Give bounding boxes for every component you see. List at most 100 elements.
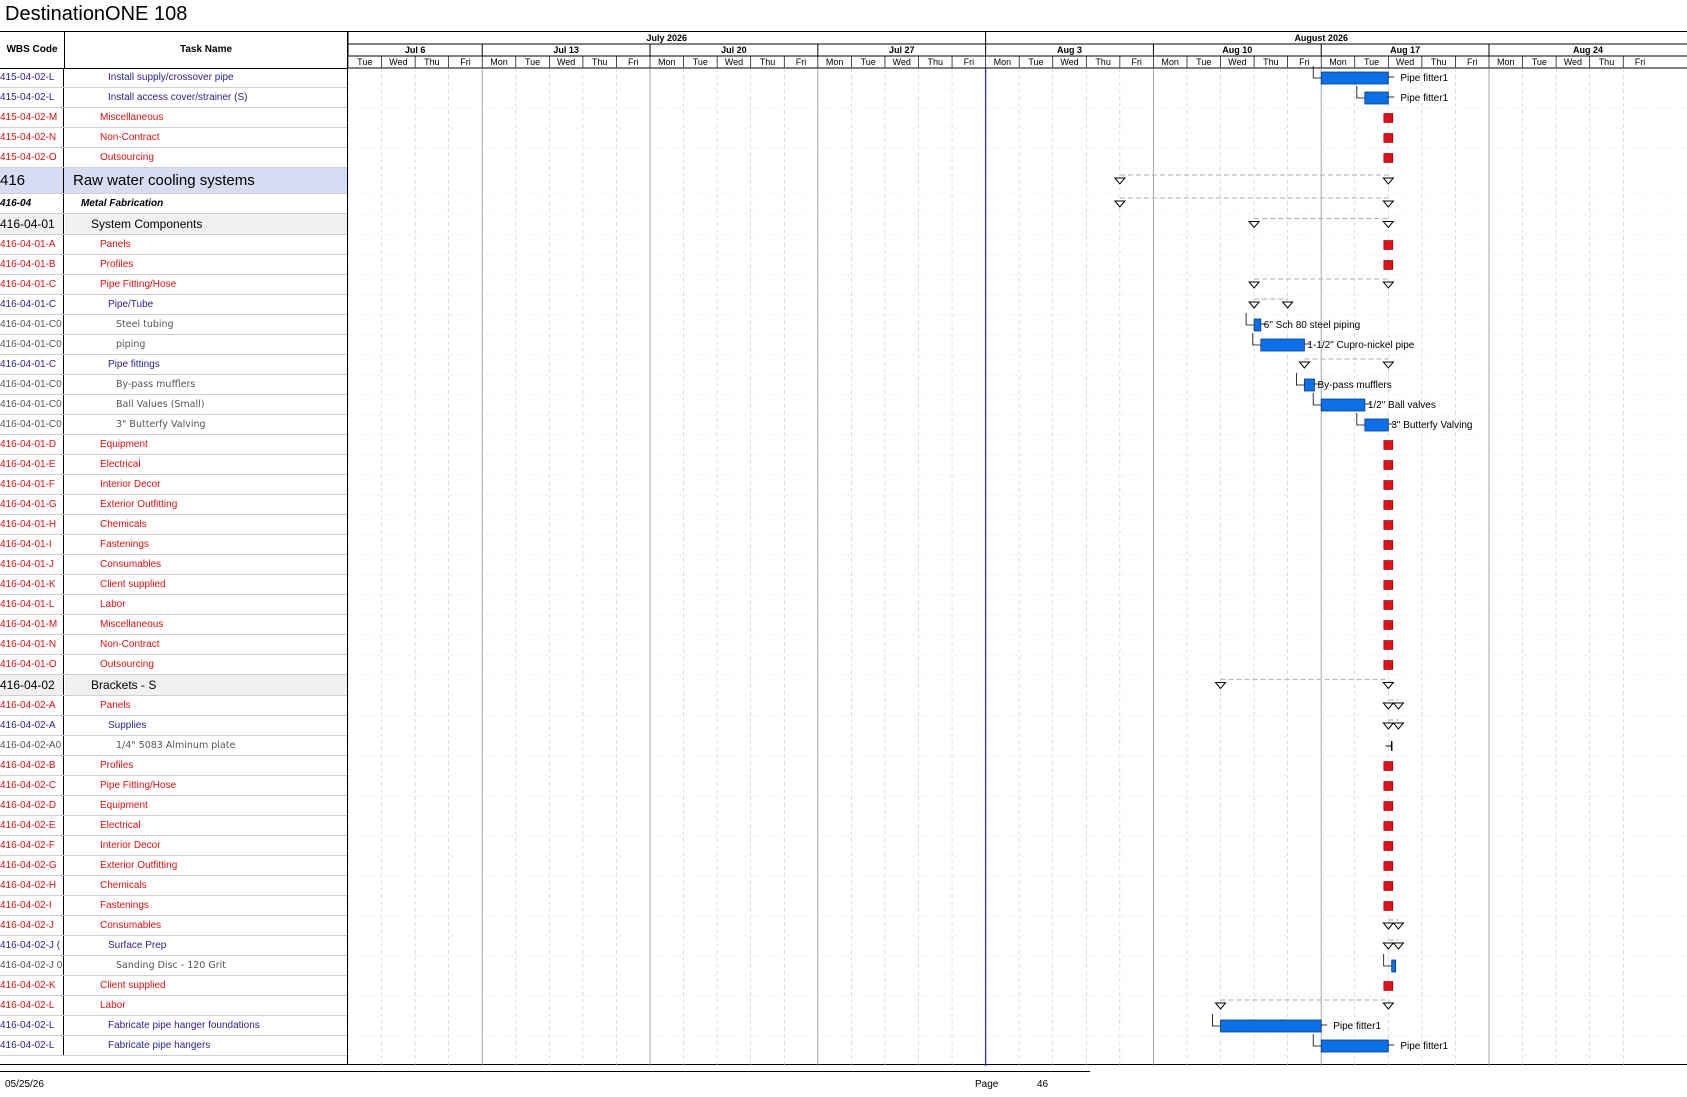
table-row[interactable]: 416-04-02-D Equipment	[0, 796, 347, 816]
milestone-marker[interactable]	[1383, 460, 1394, 470]
milestone-marker[interactable]	[1383, 153, 1394, 163]
table-row[interactable]: 415-04-02-L Install supply/crossover pipe	[0, 68, 347, 88]
milestone-marker[interactable]	[1383, 520, 1394, 530]
table-row[interactable]: 415-04-02-M Miscellaneous	[0, 108, 347, 128]
wbs-code-cell: 416-04-02-I	[0, 896, 64, 915]
table-row[interactable]: 416-04-02-A0 1/4" 5083 Alminum plate	[0, 736, 347, 756]
milestone-marker[interactable]	[1383, 781, 1394, 791]
table-row[interactable]: 416-04-01-C0 Ball Values (Small)	[0, 395, 347, 415]
milestone-marker[interactable]	[1383, 440, 1394, 450]
gantt-chart: July 2026 August 2026 Jul 6 Jul 13 Jul 20 Jul…	[347, 31, 1687, 1066]
milestone-marker[interactable]	[1383, 560, 1394, 570]
milestone-marker[interactable]	[1383, 620, 1394, 630]
task-bar[interactable]	[1320, 398, 1366, 412]
milestone-marker[interactable]	[1383, 113, 1394, 123]
table-row[interactable]: 416-04-01-M Miscellaneous	[0, 615, 347, 635]
table-row[interactable]: 416-04 Metal Fabrication	[0, 194, 347, 214]
table-row[interactable]: 416-04-02-A Supplies	[0, 716, 347, 736]
table-row[interactable]: 416-04-01-G Exterior Outfitting	[0, 495, 347, 515]
table-row[interactable]: 415-04-02-O Outsourcing	[0, 148, 347, 168]
milestone-marker[interactable]	[1383, 901, 1394, 911]
milestone-marker[interactable]	[1383, 821, 1394, 831]
wbs-code-cell: 415-04-02-M	[0, 108, 64, 127]
task-name-cell: Labor	[100, 599, 126, 610]
milestone-marker[interactable]	[1383, 761, 1394, 771]
table-row[interactable]: 416-04-01-K Client supplied	[0, 575, 347, 595]
table-row[interactable]: 416-04-01-L Labor	[0, 595, 347, 615]
table-row[interactable]: 416-04-01-I Fastenings	[0, 535, 347, 555]
table-row[interactable]: 416-04-01-O Outsourcing	[0, 655, 347, 675]
milestone-marker[interactable]	[1383, 801, 1394, 811]
milestone-marker[interactable]	[1383, 881, 1394, 891]
task-name-column-header[interactable]: Task Name	[65, 32, 347, 68]
table-row[interactable]: 416-04-01-H Chemicals	[0, 515, 347, 535]
table-row[interactable]: 416-04-01-C0 Steel tubing	[0, 315, 347, 335]
milestone-marker[interactable]	[1383, 660, 1394, 670]
table-row[interactable]: 416-04-02-A Panels	[0, 696, 347, 716]
task-bar[interactable]	[1364, 91, 1389, 105]
table-row[interactable]: 416-04-01-C0 piping	[0, 335, 347, 355]
table-row[interactable]: 416-04-02-E Electrical	[0, 816, 347, 836]
summary-endpoint-marker	[1113, 177, 1126, 185]
task-bar[interactable]	[1253, 318, 1262, 332]
task-bar[interactable]	[1220, 1019, 1322, 1033]
table-row[interactable]: 416-04-02-F Interior Decor	[0, 836, 347, 856]
table-row[interactable]: 416-04-02-B Profiles	[0, 756, 347, 776]
day-label: Tue	[1532, 57, 1547, 67]
summary-endpoint-marker	[1392, 702, 1405, 710]
table-row[interactable]: 416-04-02-G Exterior Outfitting	[0, 856, 347, 876]
milestone-marker[interactable]	[1383, 260, 1394, 270]
table-row[interactable]: 416-04-01-B Profiles	[0, 255, 347, 275]
table-row[interactable]: 416-04-02-L Labor	[0, 996, 347, 1016]
milestone-marker[interactable]	[1383, 640, 1394, 650]
table-row[interactable]: 416-04-02-L Fabricate pipe hangers	[0, 1036, 347, 1056]
table-row[interactable]: 415-04-02-L Install access cover/strainer…	[0, 88, 347, 108]
table-row[interactable]: 416-04-01-C Pipe Fitting/Hose	[0, 275, 347, 295]
table-row[interactable]: 416-04-01-C Pipe/Tube	[0, 295, 347, 315]
milestone-marker[interactable]	[1383, 861, 1394, 871]
table-row[interactable]: 416-04-01-C Pipe fittings	[0, 355, 347, 375]
milestone-marker[interactable]	[1383, 841, 1394, 851]
milestone-marker[interactable]	[1383, 540, 1394, 550]
day-label: Wed	[893, 57, 911, 67]
task-bar[interactable]	[1304, 378, 1315, 392]
day-label: Fri	[1131, 57, 1142, 67]
table-row[interactable]: 416-04-02-C Pipe Fitting/Hose	[0, 776, 347, 796]
table-row[interactable]: 416 Raw water cooling systems	[0, 168, 347, 194]
milestone-marker[interactable]	[1383, 500, 1394, 510]
task-name-cell: Panels	[100, 700, 131, 711]
table-row[interactable]: 416-04-02-J Consumables	[0, 916, 347, 936]
table-row[interactable]: 416-04-01-C0 By-pass mufflers	[0, 375, 347, 395]
footer-date: 05/25/26	[5, 1079, 44, 1090]
milestone-marker[interactable]	[1383, 981, 1394, 991]
milestone-marker[interactable]	[1383, 580, 1394, 590]
wbs-code-cell: 416-04-01-L	[0, 595, 64, 614]
table-row[interactable]: 416-04-01-E Electrical	[0, 455, 347, 475]
milestone-marker[interactable]	[1383, 133, 1394, 143]
wbs-column-header[interactable]: WBS Code	[0, 32, 65, 68]
table-row[interactable]: 416-04-02-I Fastenings	[0, 896, 347, 916]
table-row[interactable]: 416-04-01-F Interior Decor	[0, 475, 347, 495]
task-bar[interactable]	[1260, 338, 1305, 352]
table-row[interactable]: 415-04-02-N Non-Contract	[0, 128, 347, 148]
milestone-marker[interactable]	[1383, 240, 1394, 250]
table-row[interactable]: 416-04-01 System Components	[0, 214, 347, 235]
gantt-svg: July 2026 August 2026 Jul 6 Jul 13 Jul 20 Jul…	[347, 32, 1687, 1066]
task-bar[interactable]	[1391, 959, 1397, 973]
table-row[interactable]: 416-04-02-J (Surface Prep	[0, 936, 347, 956]
table-row[interactable]: 416-04-01-A Panels	[0, 235, 347, 255]
table-row[interactable]: 416-04-02-K Client supplied	[0, 976, 347, 996]
table-row[interactable]: 416-04-01-J Consumables	[0, 555, 347, 575]
table-row[interactable]: 416-04-01-N Non-Contract	[0, 635, 347, 655]
table-row[interactable]: 416-04-01-D Equipment	[0, 435, 347, 455]
milestone-marker[interactable]	[1383, 600, 1394, 610]
table-row[interactable]: 416-04-02 Brackets - S	[0, 675, 347, 696]
table-row[interactable]: 416-04-02-H Chemicals	[0, 876, 347, 896]
task-bar[interactable]	[1320, 71, 1389, 85]
table-row[interactable]: 416-04-02-L Fabricate pipe hanger foundat…	[0, 1016, 347, 1036]
table-row[interactable]: 416-04-02-J 0 Sanding Disc - 120 Grit	[0, 956, 347, 976]
milestone-marker[interactable]	[1383, 480, 1394, 490]
task-bar[interactable]	[1320, 1039, 1389, 1053]
table-row[interactable]: 416-04-01-C0 3" Butterfy Valving	[0, 415, 347, 435]
task-bar[interactable]	[1364, 418, 1389, 432]
